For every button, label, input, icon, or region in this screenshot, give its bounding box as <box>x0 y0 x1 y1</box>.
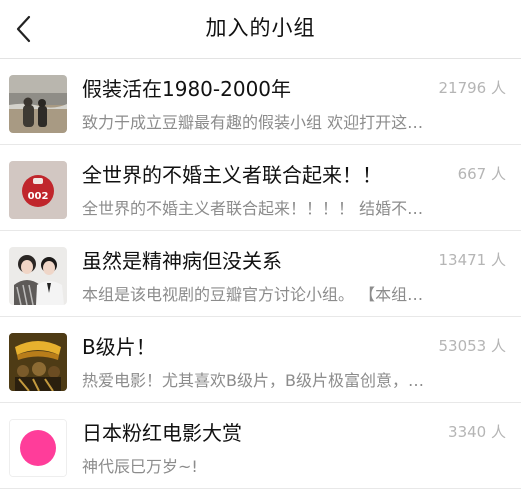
group-item[interactable]: 日本粉红电影大赏 3340 人 神代辰巳万岁~! <box>0 403 521 489</box>
group-description: 致力于成立豆瓣最有趣的假装小组 欢迎打开这… <box>82 113 424 132</box>
svg-text:002: 002 <box>28 191 49 202</box>
group-description: 神代辰巳万岁~! <box>82 457 198 476</box>
member-count: 21796 人 <box>438 79 507 97</box>
group-item[interactable]: B级片！ 53053 人 热爱电影！尤其喜欢B级片，B级片极富创意，… <box>0 317 521 403</box>
group-item[interactable]: 假装活在1980-2000年 21796 人 致力于成立豆瓣最有趣的假装小组 欢… <box>0 59 521 145</box>
group-thumbnail <box>9 419 67 477</box>
group-name: 日本粉红电影大赏 <box>82 421 242 445</box>
group-item[interactable]: 虽然是精神病但没关系 13471 人 本组是该电视剧的豆瓣官方讨论小组。 【本组… <box>0 231 521 317</box>
group-thumbnail <box>9 75 67 133</box>
group-name: 假装活在1980-2000年 <box>82 77 292 101</box>
group-item[interactable]: 002 全世界的不婚主义者联合起来！！ 667 人 全世界的不婚主义者联合起来！… <box>0 145 521 231</box>
group-name: B级片！ <box>82 335 156 359</box>
group-thumbnail <box>9 247 67 305</box>
group-description: 本组是该电视剧的豆瓣官方讨论小组。 【本组… <box>82 285 424 304</box>
group-description: 热爱电影！尤其喜欢B级片，B级片极富创意，… <box>82 371 424 390</box>
member-count: 13471 人 <box>438 251 507 269</box>
group-name: 虽然是精神病但没关系 <box>82 249 282 273</box>
group-description: 全世界的不婚主义者联合起来！！！！ 结婚不… <box>82 199 424 218</box>
member-count: 53053 人 <box>438 337 507 355</box>
group-list: 假装活在1980-2000年 21796 人 致力于成立豆瓣最有趣的假装小组 欢… <box>0 59 521 489</box>
group-thumbnail: 002 <box>9 161 67 219</box>
group-thumbnail <box>9 333 67 391</box>
top-navigation-bar: 加入的小组 <box>0 0 521 59</box>
member-count: 667 人 <box>457 165 506 183</box>
group-name: 全世界的不婚主义者联合起来！！ <box>82 163 382 187</box>
page-title: 加入的小组 <box>205 16 316 40</box>
member-count: 3340 人 <box>448 423 506 441</box>
